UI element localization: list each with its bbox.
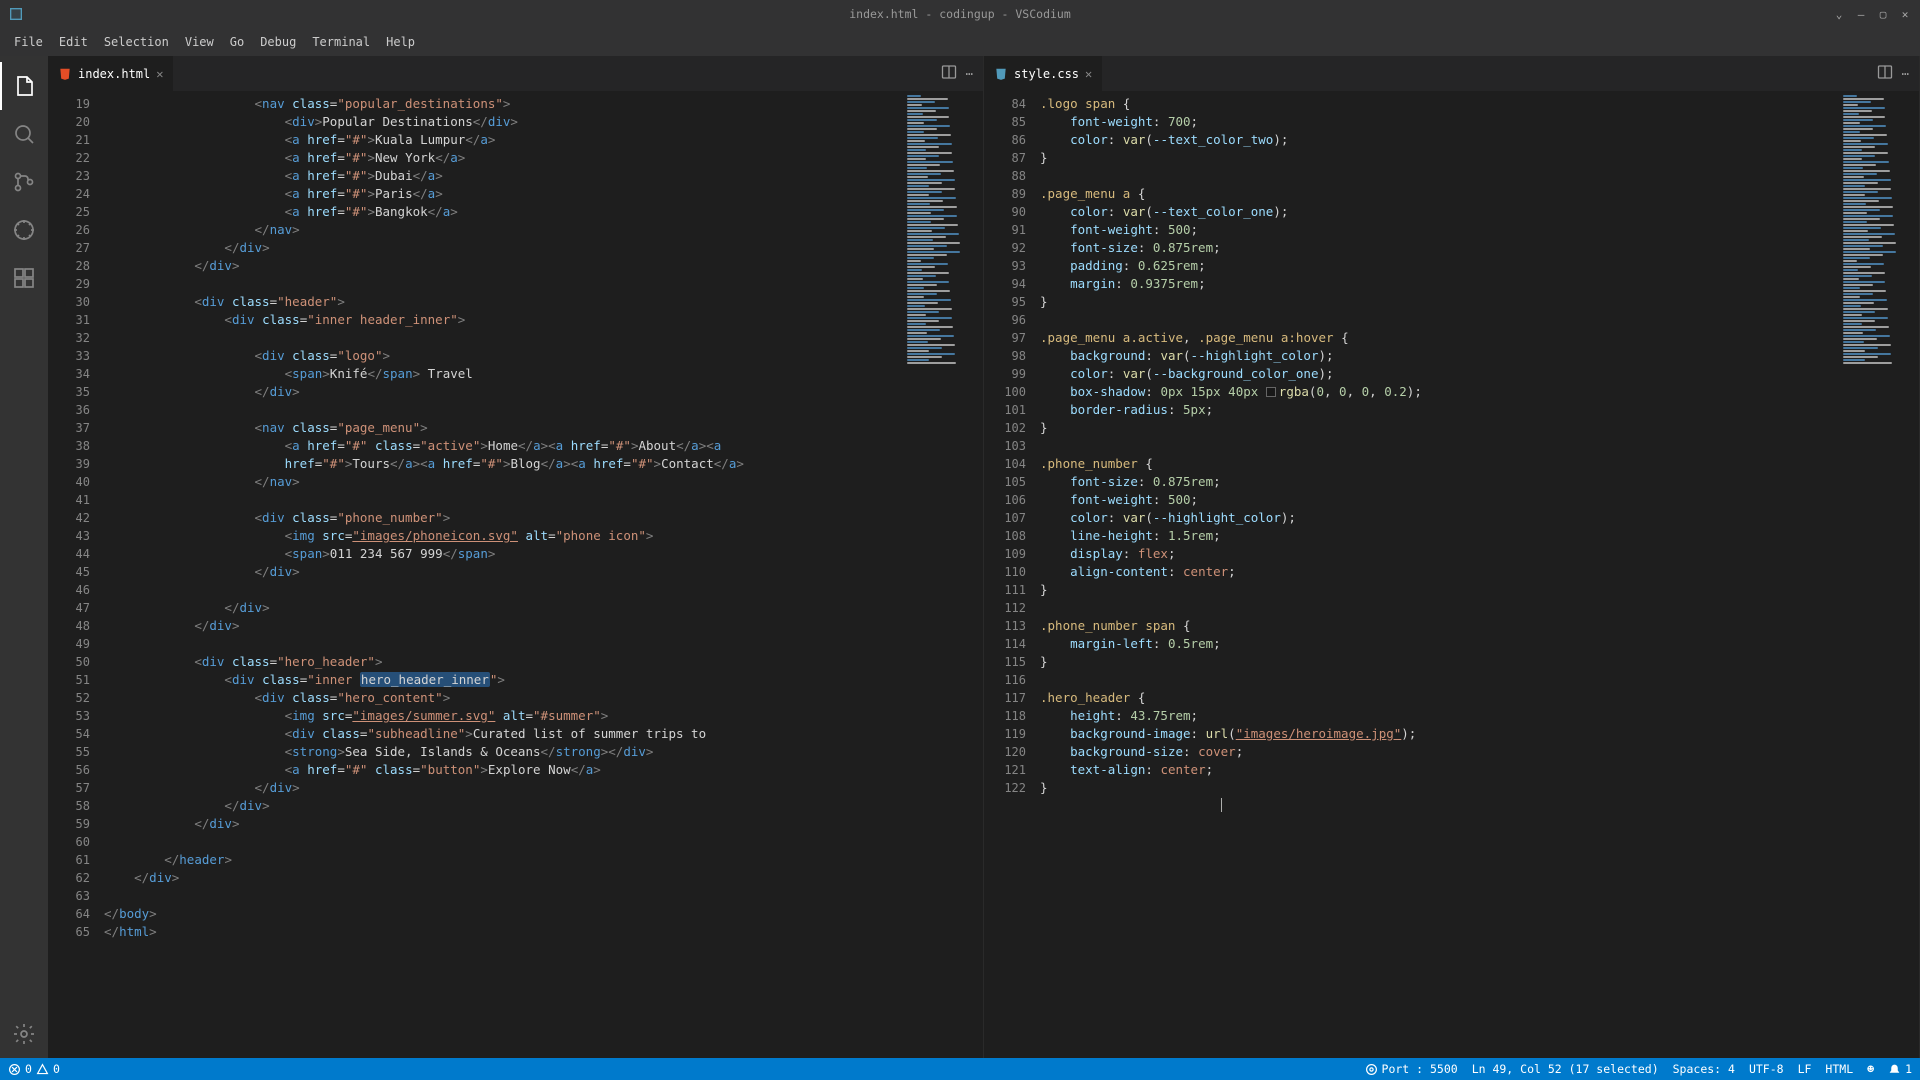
app-icon	[8, 6, 24, 22]
activity-scm-icon[interactable]	[0, 158, 48, 206]
activity-debug-icon[interactable]	[0, 206, 48, 254]
html-file-icon	[58, 67, 72, 81]
menu-terminal[interactable]: Terminal	[304, 31, 378, 53]
window-title: index.html - codingup - VSCodium	[849, 7, 1071, 21]
menu-bar: File Edit Selection View Go Debug Termin…	[0, 28, 1920, 56]
status-warning-count: 0	[53, 1062, 60, 1076]
tab-close-icon[interactable]	[156, 67, 163, 81]
code-editor-right[interactable]: .logo span { font-weight: 700; color: va…	[1040, 91, 1839, 1058]
status-error-count: 0	[25, 1062, 32, 1076]
line-number-gutter-left: 1920212223242526272829303132333435363738…	[48, 91, 104, 1058]
minimap-right[interactable]	[1839, 91, 1919, 1058]
status-encoding[interactable]: UTF-8	[1749, 1062, 1784, 1076]
line-number-gutter-right: 8485868788899091929394959697989910010110…	[984, 91, 1040, 1058]
tab-label: style.css	[1014, 67, 1079, 81]
status-language[interactable]: HTML	[1825, 1062, 1853, 1076]
tab-bar-left: index.html ⋯	[48, 56, 983, 91]
activity-extensions-icon[interactable]	[0, 254, 48, 302]
status-problems[interactable]: 0 0	[8, 1062, 60, 1076]
minimap-left[interactable]	[903, 91, 983, 1058]
tab-close-icon[interactable]	[1085, 67, 1092, 81]
tab-index-html[interactable]: index.html	[48, 56, 174, 91]
tab-label: index.html	[78, 67, 150, 81]
title-bar: index.html - codingup - VSCodium ⌄ – ▢ ✕	[0, 0, 1920, 28]
menu-help[interactable]: Help	[378, 31, 423, 53]
editor-group-right: style.css ⋯ 8485868788899091929394959697…	[984, 56, 1920, 1058]
window-max-icon[interactable]: ▢	[1874, 5, 1892, 23]
editor-more-icon[interactable]: ⋯	[1901, 66, 1909, 81]
menu-debug[interactable]: Debug	[252, 31, 304, 53]
split-editor-icon[interactable]	[1877, 64, 1893, 83]
status-bar: 0 0 Port : 5500 Ln 49, Col 52 (17 select…	[0, 1058, 1920, 1080]
window-min-icon[interactable]: –	[1852, 5, 1870, 23]
status-port[interactable]: Port : 5500	[1365, 1062, 1458, 1076]
activity-search-icon[interactable]	[0, 110, 48, 158]
css-file-icon	[994, 67, 1008, 81]
tab-bar-right: style.css ⋯	[984, 56, 1919, 91]
status-indent[interactable]: Spaces: 4	[1673, 1062, 1735, 1076]
menu-edit[interactable]: Edit	[51, 31, 96, 53]
split-editor-icon[interactable]	[941, 64, 957, 83]
editor-more-icon[interactable]: ⋯	[965, 66, 973, 81]
status-feedback-icon[interactable]: ☻	[1867, 1062, 1874, 1076]
menu-go[interactable]: Go	[222, 31, 252, 53]
activity-bar	[0, 56, 48, 1058]
status-eol[interactable]: LF	[1798, 1062, 1812, 1076]
code-editor-left[interactable]: <nav class="popular_destinations"> <div>…	[104, 91, 903, 1058]
activity-explorer-icon[interactable]	[0, 62, 48, 110]
menu-file[interactable]: File	[6, 31, 51, 53]
tab-style-css[interactable]: style.css	[984, 56, 1103, 91]
status-cursor[interactable]: Ln 49, Col 52 (17 selected)	[1472, 1062, 1659, 1076]
editor-group-left: index.html ⋯ 192021222324252627282930313…	[48, 56, 984, 1058]
activity-settings-icon[interactable]	[0, 1010, 48, 1058]
window-close-icon[interactable]: ✕	[1896, 5, 1914, 23]
menu-view[interactable]: View	[177, 31, 222, 53]
menu-selection[interactable]: Selection	[96, 31, 177, 53]
status-bell-icon[interactable]: 1	[1888, 1062, 1912, 1076]
window-min-alt-icon[interactable]: ⌄	[1830, 5, 1848, 23]
